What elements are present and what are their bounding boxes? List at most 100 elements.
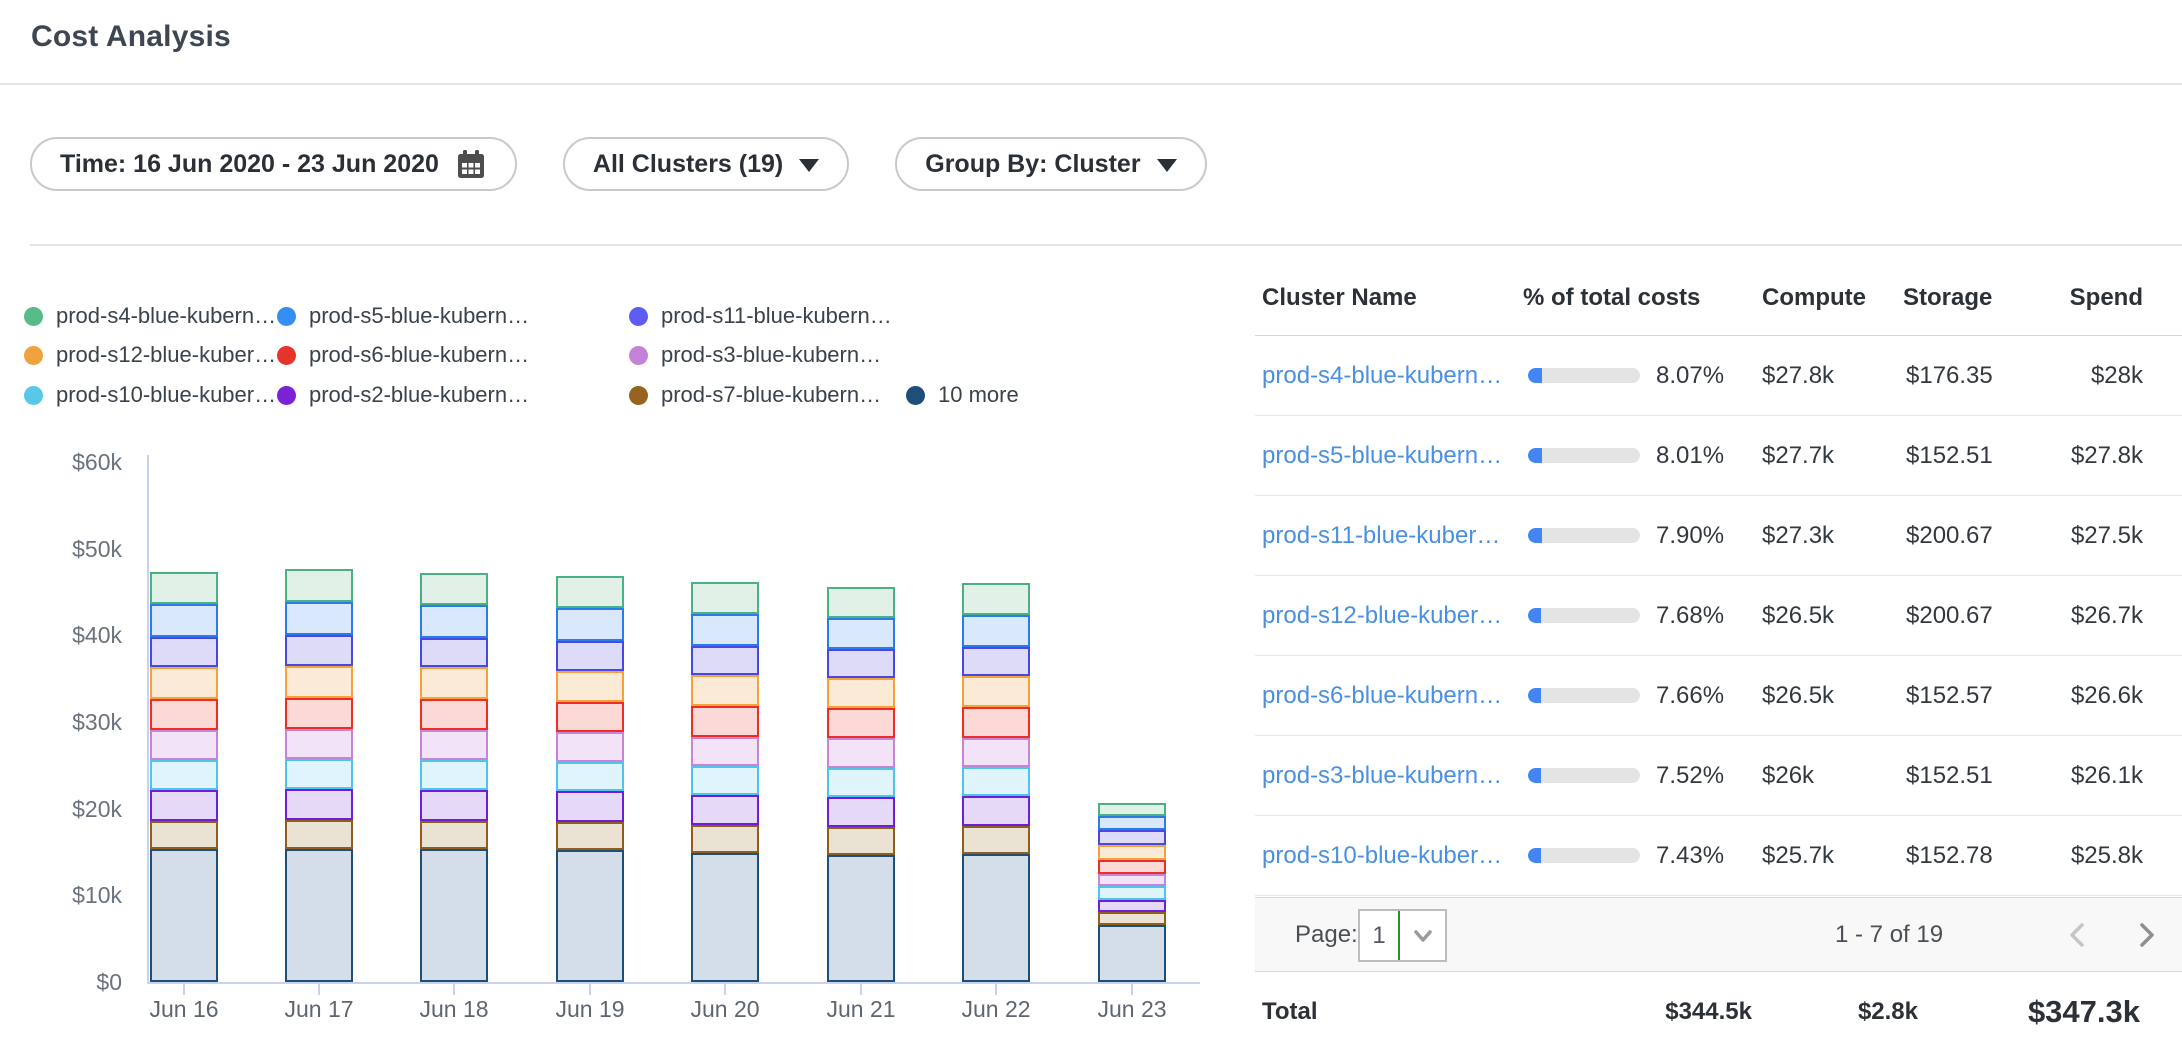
bar-segment[interactable] bbox=[691, 825, 759, 853]
bar-segment[interactable] bbox=[827, 827, 895, 855]
bar-segment[interactable] bbox=[556, 671, 624, 702]
bar-segment[interactable] bbox=[827, 708, 895, 738]
bar-segment[interactable] bbox=[962, 738, 1030, 767]
bar-segment[interactable] bbox=[285, 698, 353, 729]
bar-segment[interactable] bbox=[556, 822, 624, 851]
bar-segment[interactable] bbox=[1098, 860, 1166, 874]
bar-segment[interactable] bbox=[691, 614, 759, 646]
bar-segment[interactable] bbox=[150, 790, 218, 821]
bar-segment[interactable] bbox=[827, 618, 895, 649]
bar-segment[interactable] bbox=[691, 737, 759, 766]
bar-segment[interactable] bbox=[285, 759, 353, 788]
bar-segment[interactable] bbox=[420, 638, 488, 667]
bar-segment[interactable] bbox=[962, 796, 1030, 826]
bar-segment[interactable] bbox=[420, 790, 488, 821]
bar-segment[interactable] bbox=[420, 699, 488, 730]
cluster-name-link[interactable]: prod-s12-blue-kuber… bbox=[1262, 576, 1502, 655]
bar-segment[interactable] bbox=[962, 647, 1030, 676]
bar-segment[interactable] bbox=[420, 667, 488, 698]
bar-segment[interactable] bbox=[1098, 900, 1166, 912]
bar-segment[interactable] bbox=[420, 573, 488, 605]
bar-segment[interactable] bbox=[827, 797, 895, 827]
bar-segment[interactable] bbox=[285, 602, 353, 635]
bar-segment[interactable] bbox=[285, 729, 353, 759]
bar-segment[interactable] bbox=[150, 637, 218, 666]
bar-segment[interactable] bbox=[962, 676, 1030, 707]
bar-segment[interactable] bbox=[827, 587, 895, 618]
bar-segment[interactable] bbox=[285, 569, 353, 602]
bar-segment[interactable] bbox=[150, 730, 218, 760]
bar-segment[interactable] bbox=[556, 850, 624, 982]
bar-segment[interactable] bbox=[150, 699, 218, 730]
bar-segment[interactable] bbox=[150, 821, 218, 850]
bar-segment[interactable] bbox=[556, 762, 624, 791]
bar-segment[interactable] bbox=[556, 791, 624, 821]
bar-segment[interactable] bbox=[285, 849, 353, 982]
bar-segment[interactable] bbox=[1098, 830, 1166, 845]
bar-segment[interactable] bbox=[691, 582, 759, 613]
bar-segment[interactable] bbox=[962, 767, 1030, 796]
bar-segment[interactable] bbox=[285, 666, 353, 698]
bar-segment[interactable] bbox=[1098, 912, 1166, 925]
legend-item[interactable]: prod-s4-blue-kubern… bbox=[24, 296, 276, 336]
bar-segment[interactable] bbox=[827, 738, 895, 767]
bar-segment[interactable] bbox=[150, 849, 218, 982]
bar-segment[interactable] bbox=[691, 706, 759, 736]
group-by-dropdown[interactable]: Group By: Cluster bbox=[895, 137, 1206, 191]
previous-page-icon[interactable] bbox=[2063, 898, 2091, 971]
bar-segment[interactable] bbox=[962, 615, 1030, 647]
bar-segment[interactable] bbox=[150, 667, 218, 699]
bar-segment[interactable] bbox=[420, 760, 488, 789]
bar-segment[interactable] bbox=[556, 608, 624, 641]
clusters-filter-dropdown[interactable]: All Clusters (19) bbox=[563, 137, 849, 191]
cluster-name-link[interactable]: prod-s3-blue-kubern… bbox=[1262, 736, 1502, 815]
time-range-filter[interactable]: Time: 16 Jun 2020 - 23 Jun 2020 bbox=[30, 137, 517, 191]
legend-item[interactable]: prod-s7-blue-kubern… bbox=[629, 375, 881, 415]
bar-segment[interactable] bbox=[1098, 803, 1166, 816]
bar-segment[interactable] bbox=[420, 821, 488, 850]
cluster-name-link[interactable]: prod-s5-blue-kubern… bbox=[1262, 416, 1502, 495]
bar-segment[interactable] bbox=[1098, 816, 1166, 831]
bar-segment[interactable] bbox=[285, 789, 353, 820]
bar-segment[interactable] bbox=[150, 604, 218, 637]
cluster-name-link[interactable]: prod-s4-blue-kubern… bbox=[1262, 336, 1502, 415]
bar-segment[interactable] bbox=[1098, 925, 1166, 982]
bar-segment[interactable] bbox=[150, 572, 218, 604]
cluster-name-link[interactable]: prod-s10-blue-kuber… bbox=[1262, 816, 1502, 895]
bar-segment[interactable] bbox=[556, 641, 624, 670]
legend-item[interactable]: prod-s3-blue-kubern… bbox=[629, 335, 881, 375]
bar-segment[interactable] bbox=[827, 678, 895, 708]
bar-segment[interactable] bbox=[691, 853, 759, 982]
bar-segment[interactable] bbox=[962, 707, 1030, 737]
legend-item[interactable]: prod-s5-blue-kubern… bbox=[277, 296, 529, 336]
bar-segment[interactable] bbox=[1098, 886, 1166, 900]
cluster-name-link[interactable]: prod-s11-blue-kuber… bbox=[1262, 496, 1500, 575]
bar-segment[interactable] bbox=[556, 702, 624, 732]
bar-segment[interactable] bbox=[691, 766, 759, 795]
bar-segment[interactable] bbox=[420, 730, 488, 760]
bar-segment[interactable] bbox=[827, 649, 895, 678]
bar-segment[interactable] bbox=[285, 820, 353, 849]
bar-segment[interactable] bbox=[1098, 874, 1166, 886]
bar-segment[interactable] bbox=[962, 583, 1030, 614]
bar-segment[interactable] bbox=[962, 826, 1030, 854]
bar-segment[interactable] bbox=[420, 605, 488, 638]
bar-segment[interactable] bbox=[1098, 845, 1166, 860]
legend-item[interactable]: prod-s6-blue-kubern… bbox=[277, 335, 529, 375]
legend-item[interactable]: prod-s10-blue-kuber… bbox=[24, 375, 276, 415]
cluster-name-link[interactable]: prod-s6-blue-kubern… bbox=[1262, 656, 1502, 735]
bar-segment[interactable] bbox=[827, 768, 895, 797]
bar-segment[interactable] bbox=[556, 576, 624, 608]
page-select[interactable]: 1 bbox=[1358, 909, 1447, 962]
bar-segment[interactable] bbox=[691, 795, 759, 825]
legend-item[interactable]: prod-s12-blue-kuber… bbox=[24, 335, 276, 375]
bar-segment[interactable] bbox=[556, 732, 624, 761]
bar-segment[interactable] bbox=[827, 855, 895, 982]
legend-item[interactable]: prod-s2-blue-kubern… bbox=[277, 375, 529, 415]
bar-segment[interactable] bbox=[150, 760, 218, 789]
bar-segment[interactable] bbox=[420, 849, 488, 982]
bar-segment[interactable] bbox=[691, 646, 759, 675]
bar-segment[interactable] bbox=[691, 675, 759, 706]
bar-segment[interactable] bbox=[962, 854, 1030, 982]
next-page-icon[interactable] bbox=[2133, 898, 2161, 971]
